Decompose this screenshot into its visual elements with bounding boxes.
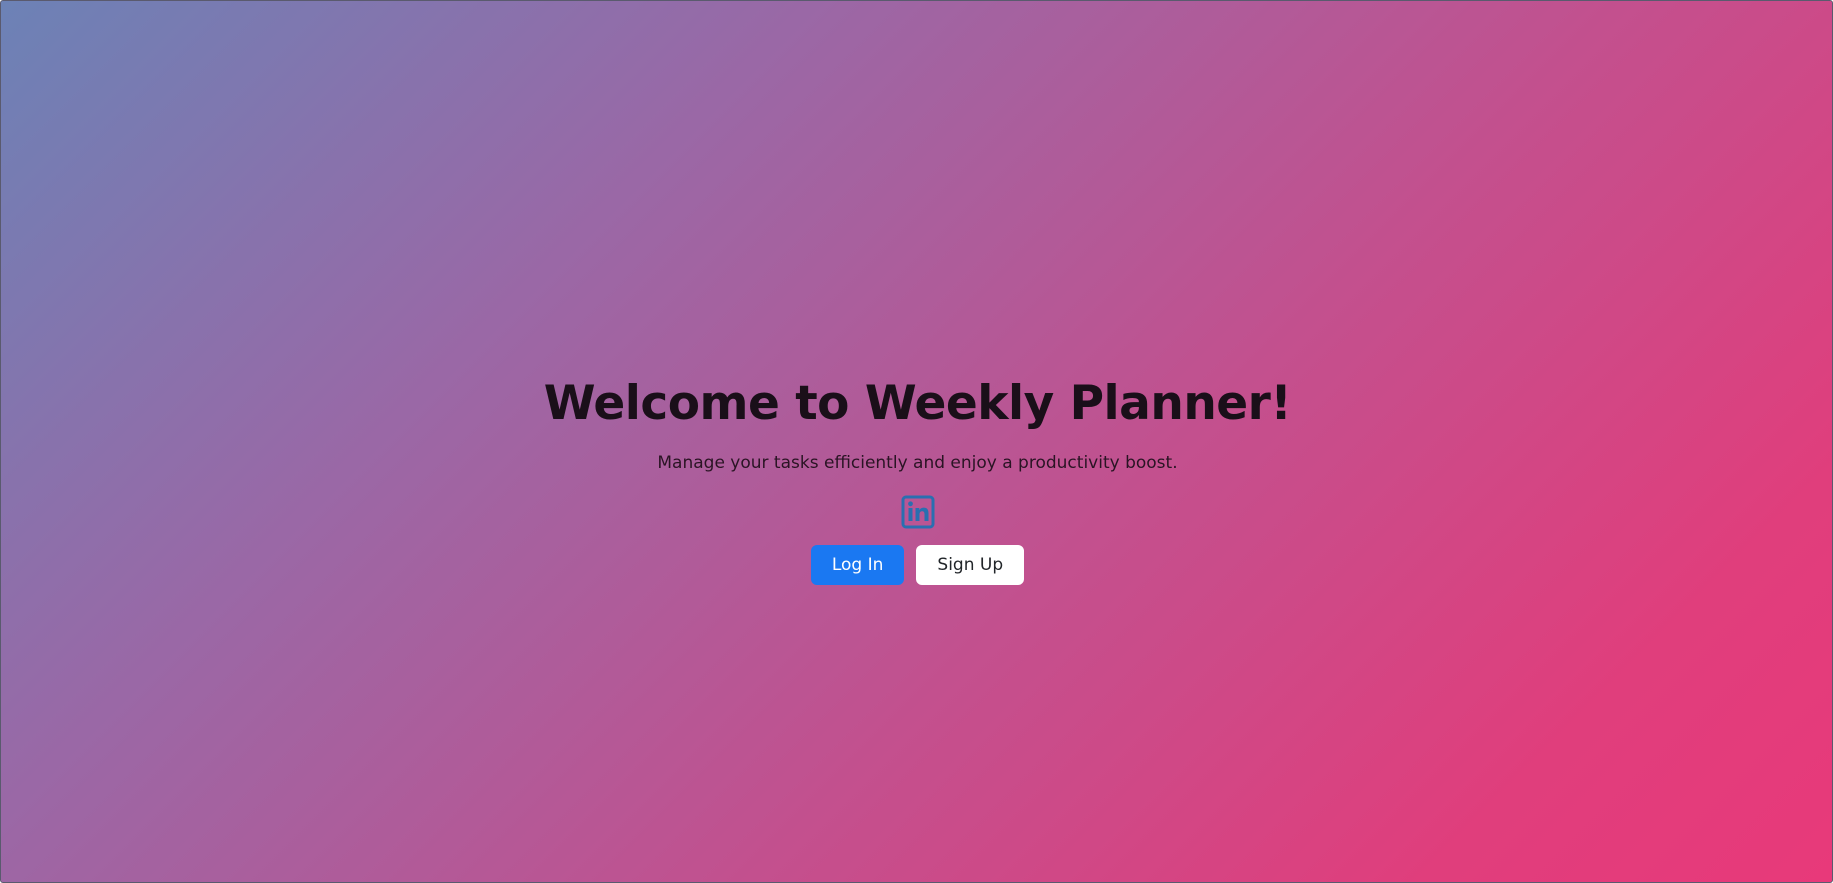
hero-section: Welcome to Weekly Planner! Manage your t… <box>1 373 1833 585</box>
landing-page: Welcome to Weekly Planner! Manage your t… <box>0 0 1833 883</box>
page-subtitle: Manage your tasks efficiently and enjoy … <box>657 453 1178 473</box>
social-links <box>1 495 1833 531</box>
signup-button[interactable]: Sign Up <box>916 545 1025 585</box>
login-button[interactable]: Log In <box>810 545 905 585</box>
page-title: Welcome to Weekly Planner! <box>543 376 1292 431</box>
auth-actions: Log In Sign Up <box>1 545 1833 585</box>
linkedin-icon[interactable] <box>901 495 935 529</box>
